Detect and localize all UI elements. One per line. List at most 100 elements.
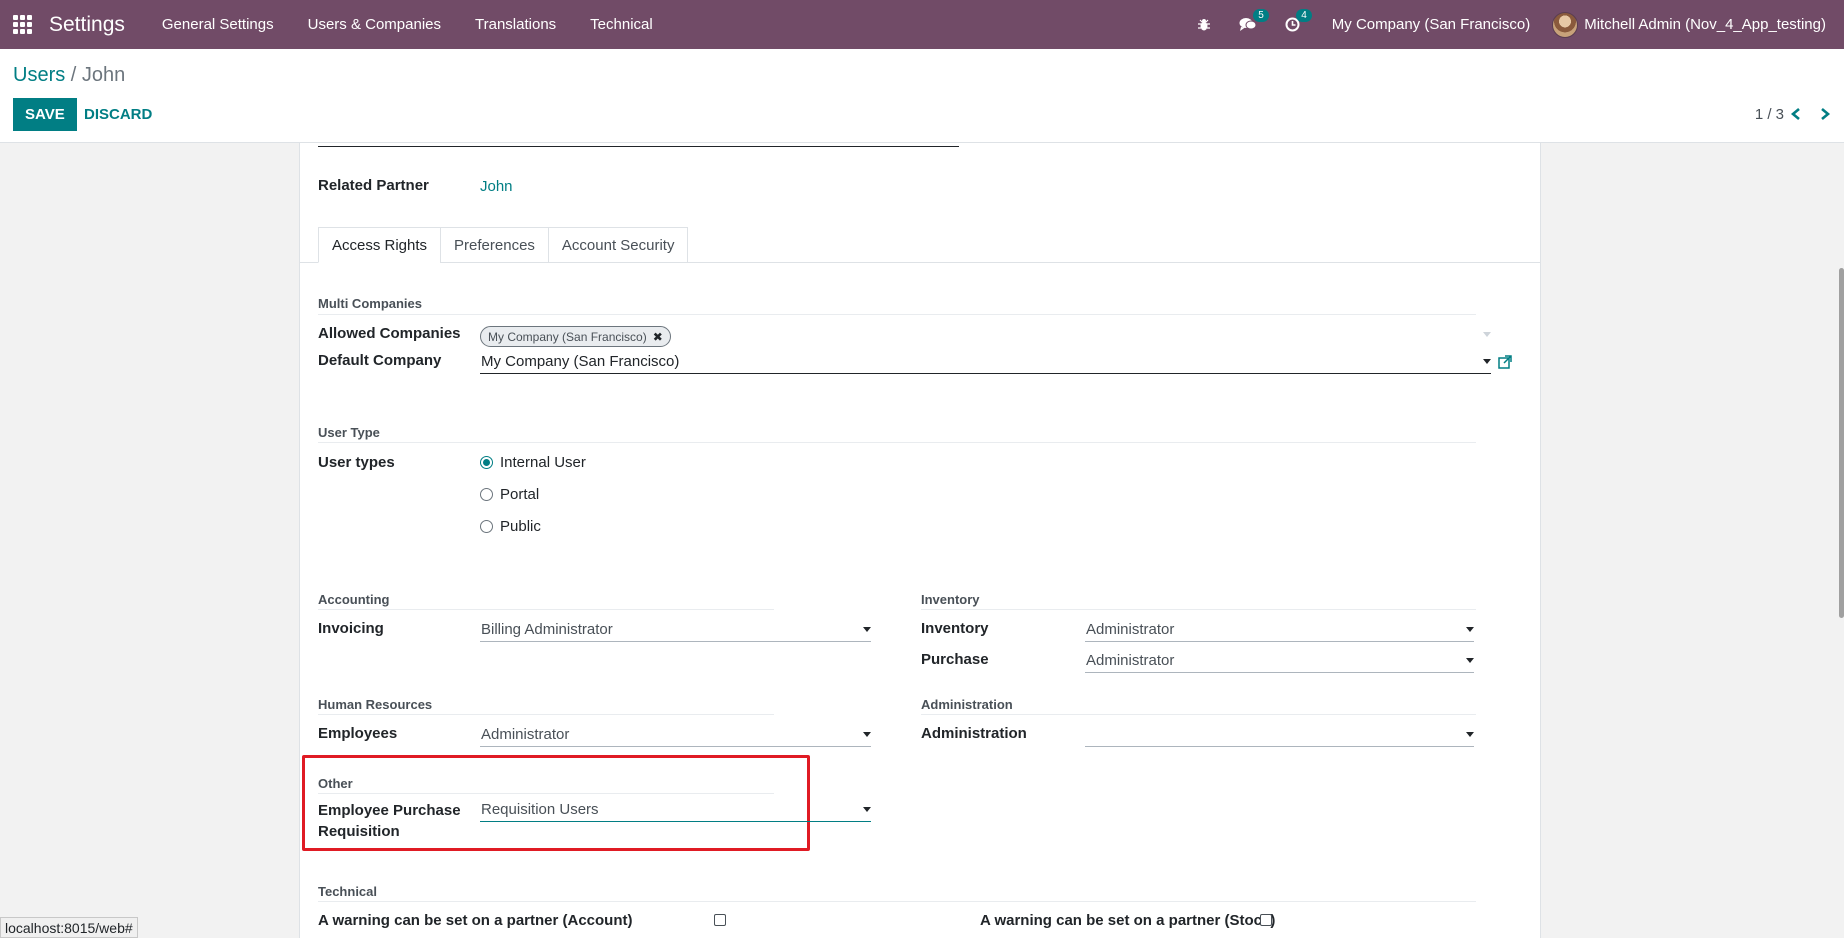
purchase-label: Purchase bbox=[921, 651, 989, 668]
chevron-down-icon bbox=[1466, 658, 1474, 663]
default-company-select[interactable]: My Company (San Francisco) bbox=[480, 350, 1491, 374]
radio-portal[interactable]: Portal bbox=[480, 486, 539, 503]
radio-public[interactable]: Public bbox=[480, 518, 541, 535]
radio-internal-user[interactable]: Internal User bbox=[480, 454, 586, 471]
activity-clock-icon[interactable]: 4 bbox=[1271, 9, 1314, 32]
user-menu[interactable]: Mitchell Admin (Nov_4_App_testing) bbox=[1552, 11, 1844, 38]
inventory-select[interactable]: Administrator bbox=[1085, 618, 1474, 642]
related-partner-link[interactable]: John bbox=[480, 178, 513, 195]
apps-menu-icon[interactable] bbox=[13, 14, 33, 35]
menu-users-companies[interactable]: Users & Companies bbox=[291, 16, 458, 33]
messaging-chat-icon[interactable]: 5 bbox=[1225, 9, 1271, 32]
separator-line bbox=[318, 714, 774, 715]
remove-tag-icon[interactable]: ✖ bbox=[653, 330, 663, 344]
chevron-down-icon bbox=[1483, 332, 1491, 337]
related-partner-label: Related Partner bbox=[318, 177, 429, 194]
chevron-down-icon bbox=[1483, 359, 1491, 364]
radio-label: Internal User bbox=[500, 454, 586, 471]
warning-account-checkbox[interactable] bbox=[714, 914, 726, 926]
user-avatar bbox=[1552, 11, 1579, 38]
scrollbar-thumb[interactable] bbox=[1839, 268, 1844, 618]
human-resources-separator: Human Resources bbox=[318, 697, 433, 712]
page-scrollbar[interactable] bbox=[1838, 143, 1844, 938]
administration-select[interactable] bbox=[1085, 723, 1474, 747]
tab-access-rights[interactable]: Access Rights bbox=[318, 227, 442, 263]
administration-separator: Administration bbox=[921, 697, 1013, 712]
menu-general-settings[interactable]: General Settings bbox=[145, 16, 291, 33]
tab-account-security[interactable]: Account Security bbox=[547, 227, 689, 263]
status-bar-url: localhost:8015/web# bbox=[0, 917, 138, 938]
activity-count-badge: 4 bbox=[1296, 9, 1312, 22]
truncated-input-field[interactable] bbox=[318, 143, 959, 147]
user-type-separator: User Type bbox=[318, 425, 380, 440]
invoicing-value: Billing Administrator bbox=[481, 621, 613, 638]
user-types-label: User types bbox=[318, 454, 395, 471]
default-company-value: My Company (San Francisco) bbox=[481, 353, 680, 370]
breadcrumb: Users / John bbox=[13, 64, 125, 87]
discard-button[interactable]: DISCARD bbox=[80, 98, 156, 131]
warning-stock-checkbox[interactable] bbox=[1260, 914, 1272, 926]
allowed-companies-label: Allowed Companies bbox=[318, 325, 461, 342]
multi-companies-separator: Multi Companies bbox=[318, 296, 423, 311]
breadcrumb-current: John bbox=[81, 64, 126, 86]
breadcrumb-separator: / bbox=[70, 64, 77, 86]
default-company-label: Default Company bbox=[318, 352, 442, 369]
employee-purchase-requisition-select[interactable]: Requisition Users bbox=[480, 798, 871, 822]
invoicing-select[interactable]: Billing Administrator bbox=[480, 618, 871, 642]
pager-previous-icon[interactable] bbox=[1790, 106, 1802, 124]
tab-preferences[interactable]: Preferences bbox=[440, 227, 549, 263]
chat-count-badge: 5 bbox=[1253, 9, 1269, 22]
employees-label: Employees bbox=[318, 725, 398, 742]
radio-checked-icon[interactable] bbox=[480, 456, 493, 469]
chevron-down-icon bbox=[863, 627, 871, 632]
accounting-separator: Accounting bbox=[318, 592, 390, 607]
company-switcher[interactable]: My Company (San Francisco) bbox=[1314, 16, 1552, 33]
save-button[interactable]: SAVE bbox=[13, 98, 77, 131]
external-link-icon[interactable] bbox=[1498, 355, 1513, 373]
pager-next-icon[interactable] bbox=[1819, 106, 1831, 124]
epr-value: Requisition Users bbox=[481, 801, 599, 818]
form-sheet: Related Partner John Access Rights Prefe… bbox=[299, 143, 1541, 938]
radio-unchecked-icon[interactable] bbox=[480, 520, 493, 533]
separator-line bbox=[318, 314, 1476, 315]
pager-value[interactable]: 1 / 3 bbox=[1755, 106, 1784, 123]
inventory-label: Inventory bbox=[921, 620, 989, 637]
separator-line bbox=[318, 793, 774, 794]
user-name: Mitchell Admin (Nov_4_App_testing) bbox=[1584, 16, 1826, 33]
separator-line bbox=[318, 609, 774, 610]
chevron-down-icon bbox=[1466, 732, 1474, 737]
warning-stock-label: A warning can be set on a partner (Stock… bbox=[980, 912, 1276, 929]
chevron-down-icon bbox=[863, 732, 871, 737]
employees-value: Administrator bbox=[481, 726, 570, 743]
app-title[interactable]: Settings bbox=[49, 13, 125, 37]
chevron-down-icon bbox=[1466, 627, 1474, 632]
separator-line bbox=[318, 442, 1476, 443]
chevron-down-icon bbox=[863, 807, 871, 812]
menu-technical[interactable]: Technical bbox=[573, 16, 670, 33]
form-tabs: Access Rights Preferences Account Securi… bbox=[318, 227, 689, 263]
navbar-systray: 5 4 My Company (San Francisco) Mitchell … bbox=[1183, 0, 1844, 49]
epr-label-line2: Requisition bbox=[318, 823, 400, 840]
allowed-company-tag-label: My Company (San Francisco) bbox=[488, 329, 647, 344]
technical-separator: Technical bbox=[318, 884, 378, 899]
purchase-value: Administrator bbox=[1086, 652, 1175, 669]
top-navbar: Settings General Settings Users & Compan… bbox=[0, 0, 1844, 49]
epr-label-line1: Employee Purchase bbox=[318, 802, 461, 819]
purchase-select[interactable]: Administrator bbox=[1085, 649, 1474, 673]
invoicing-label: Invoicing bbox=[318, 620, 384, 637]
radio-label: Public bbox=[500, 518, 541, 535]
allowed-company-tag: My Company (San Francisco) ✖ bbox=[480, 326, 671, 347]
employee-purchase-requisition-label: Employee Purchase Requisition bbox=[318, 800, 461, 842]
radio-unchecked-icon[interactable] bbox=[480, 488, 493, 501]
breadcrumb-users-link[interactable]: Users bbox=[13, 64, 65, 86]
administration-label: Administration bbox=[921, 725, 1027, 742]
menu-translations[interactable]: Translations bbox=[458, 16, 573, 33]
other-separator: Other bbox=[318, 776, 353, 791]
control-panel: Users / John SAVE DISCARD 1 / 3 bbox=[0, 49, 1844, 143]
allowed-companies-input[interactable] bbox=[710, 323, 1491, 347]
main-menu: General Settings Users & Companies Trans… bbox=[145, 16, 670, 33]
separator-line bbox=[318, 901, 1476, 902]
employees-select[interactable]: Administrator bbox=[480, 723, 871, 747]
separator-line bbox=[921, 609, 1476, 610]
debug-bug-icon[interactable] bbox=[1183, 18, 1225, 32]
